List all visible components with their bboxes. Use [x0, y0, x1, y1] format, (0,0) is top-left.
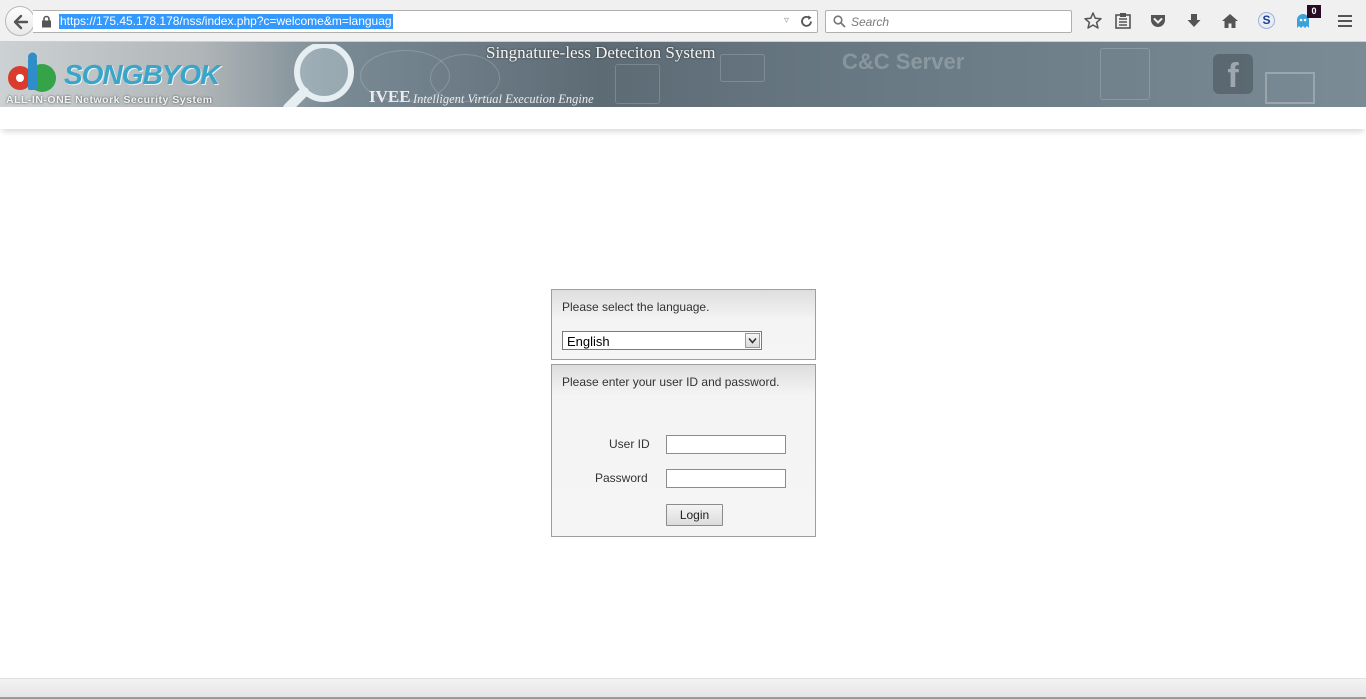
menu-icon[interactable]	[1335, 11, 1355, 31]
browser-toolbar: https://175.45.178.178/nss/index.php?c=w…	[0, 0, 1366, 42]
lock-icon	[42, 15, 51, 28]
chevron-down-icon[interactable]	[745, 333, 760, 348]
window-decor	[1100, 48, 1150, 100]
search-bar[interactable]: Search	[825, 10, 1072, 33]
envelope-icon	[1265, 72, 1315, 104]
home-icon[interactable]	[1220, 11, 1240, 31]
engine-name: Intelligent Virtual Execution Engine	[413, 92, 594, 106]
back-button[interactable]	[5, 6, 35, 36]
url-dropdown-icon[interactable]: ▿	[784, 15, 789, 26]
logo-subtitle: ALL-IN-ONE Network Security System	[6, 94, 213, 106]
language-select-value: English	[567, 334, 610, 349]
url-text[interactable]: https://175.45.178.178/nss/index.php?c=w…	[59, 14, 393, 29]
blocked-count-badge: 0	[1307, 5, 1321, 18]
address-bar[interactable]: https://175.45.178.178/nss/index.php?c=w…	[33, 10, 818, 33]
download-icon[interactable]	[1184, 11, 1204, 31]
window-decor	[720, 54, 765, 82]
banner-title: Singnature-less Deteciton System	[486, 43, 716, 62]
cc-server-text: C&C Server	[842, 49, 965, 74]
search-icon	[833, 15, 846, 28]
language-panel: Please select the language. English	[551, 289, 816, 360]
login-prompt: Please enter your user ID and password.	[562, 375, 780, 389]
engine-abbr: IVEE	[369, 87, 411, 106]
bookmark-star-icon[interactable]	[1083, 11, 1103, 31]
password-input[interactable]	[666, 469, 786, 488]
reload-icon[interactable]	[799, 14, 814, 29]
facebook-icon: f	[1213, 54, 1253, 95]
magnifier-icon	[283, 44, 354, 107]
window-decor	[615, 64, 660, 104]
bookmarks-list-icon[interactable]	[1113, 11, 1133, 31]
login-panel: Please enter your user ID and password. …	[551, 364, 816, 537]
header-banner: SONGBYOK ALL-IN-ONE Network Security Sys…	[0, 42, 1366, 107]
back-arrow-icon	[13, 14, 29, 30]
search-placeholder: Search	[851, 15, 890, 29]
password-label: Password	[595, 471, 648, 485]
s-extension-icon[interactable]: S	[1258, 12, 1275, 29]
user-id-label: User ID	[609, 437, 650, 451]
user-id-input[interactable]	[666, 435, 786, 454]
pocket-icon[interactable]	[1148, 11, 1168, 31]
header-divider	[0, 107, 1366, 129]
footer-bar	[0, 678, 1366, 699]
login-button[interactable]: Login	[666, 504, 723, 526]
language-prompt: Please select the language.	[562, 300, 710, 314]
language-select[interactable]: English	[562, 331, 762, 350]
logo-text: SONGBYOK	[64, 59, 220, 90]
songbyok-logo-icon	[8, 52, 56, 92]
